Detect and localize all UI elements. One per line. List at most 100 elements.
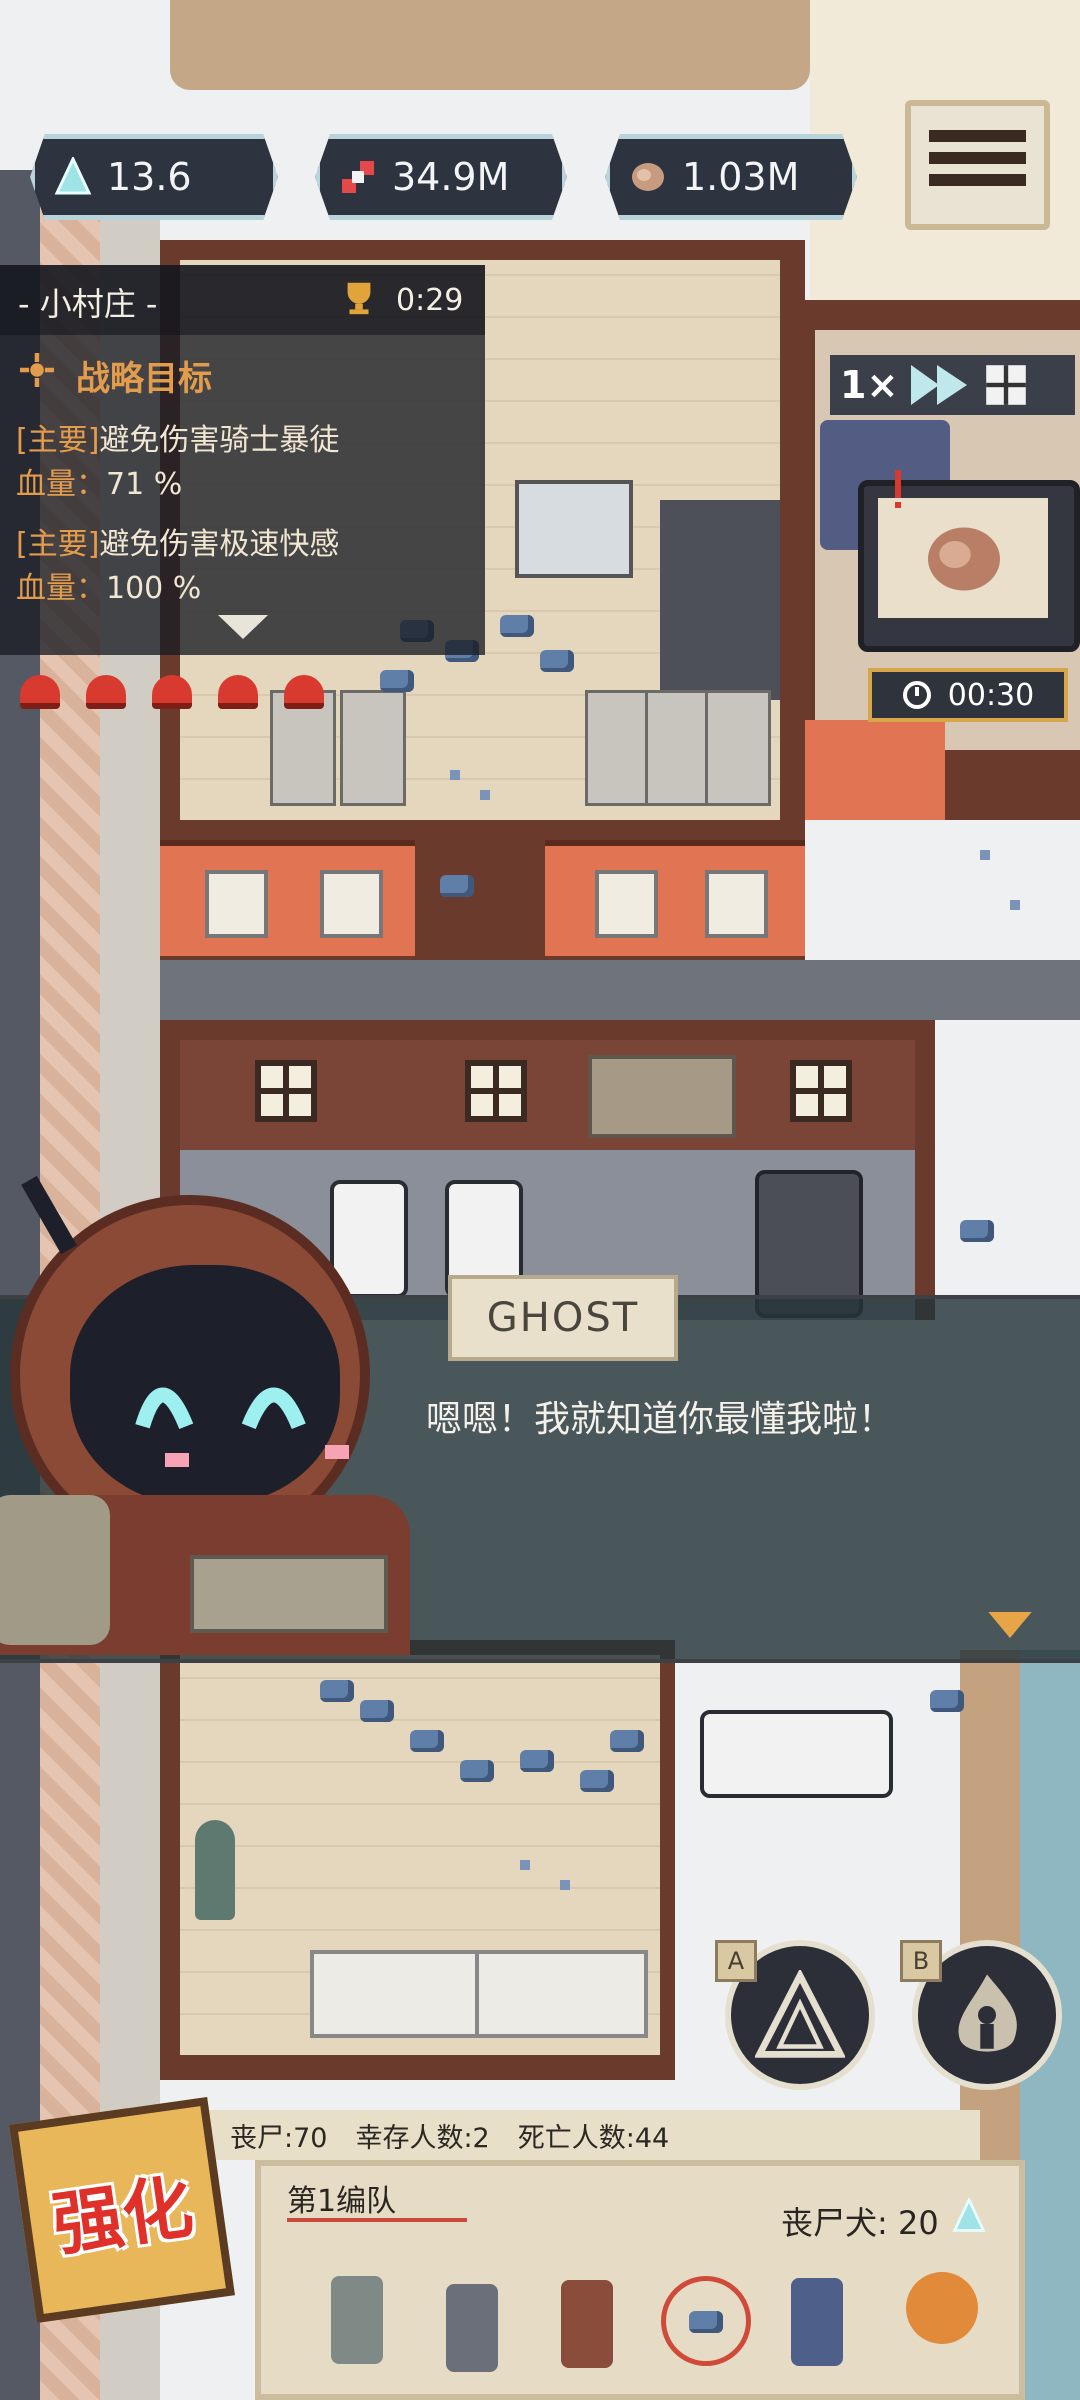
ghost-eyes-icon [135, 1387, 306, 1430]
wall-sign [205, 870, 268, 938]
building-1-counter [660, 500, 780, 700]
objective-tag: [主要] [16, 423, 100, 458]
team-unit[interactable] [561, 2280, 613, 2368]
building-1-fridge [515, 480, 633, 578]
shelf [705, 690, 771, 806]
dna-value: 34.9M [392, 155, 510, 199]
hamburger-menu-icon [929, 130, 1026, 142]
ghost-portrait [0, 1175, 410, 1655]
police-car-right [700, 1710, 893, 1798]
objective-text: 避免伤害极速快感 [99, 527, 340, 562]
crystal-value: 13.6 [107, 155, 192, 199]
zombie-count: 丧尸:70 [230, 2122, 328, 2154]
ghost-blush [325, 1445, 349, 1459]
speed-label: 1× [840, 363, 899, 407]
dead-count: 死亡人数:44 [517, 2122, 670, 2154]
team-unit[interactable] [906, 2272, 978, 2344]
zombie-dog [520, 1750, 554, 1772]
zombie-dog [610, 1730, 644, 1752]
objective-text: 避免伤害骑士暴徒 [99, 423, 340, 458]
zombie-dog [960, 1220, 994, 1242]
quest-panel: - 小村庄 - 0:29 战略目标 [主要]避免伤害骑士暴徒 血量：71 % [… [0, 265, 485, 655]
team-unit-zombie-dog[interactable] [661, 2276, 751, 2366]
meat-resource[interactable]: 1.03M [605, 134, 857, 220]
alarm-siren-icon [152, 675, 192, 709]
ghost-shoulder [0, 1495, 110, 1645]
zombie-dog [930, 1690, 964, 1712]
grid-view-icon[interactable] [984, 363, 1028, 407]
skill-b-tag: B [900, 1940, 942, 1982]
meat-value: 1.03M [682, 155, 800, 199]
wall-sign [595, 870, 658, 938]
window [790, 1060, 852, 1122]
crystal-icon [952, 2198, 986, 2232]
alarm-siren-icon [20, 675, 60, 709]
objective-2: [主要]避免伤害极速快感 [16, 519, 339, 563]
zombie-dog [380, 670, 414, 692]
zombie-dog-count: 丧尸犬: 20 [781, 2204, 939, 2242]
gun-rack [588, 1055, 736, 1138]
hp-label: 血量： [16, 571, 106, 606]
objectives-title: 战略目标 [76, 359, 212, 399]
crystal-resource[interactable]: 13.6 [30, 134, 278, 220]
alarm-siren-icon [86, 675, 126, 709]
crystal-icon [54, 157, 92, 195]
shelf [585, 690, 651, 806]
fast-forward-icon[interactable] [908, 365, 974, 405]
zombie-dog [689, 2311, 723, 2333]
zombie-dog [540, 650, 574, 672]
street [160, 960, 1080, 1020]
upgrade-button[interactable]: 强化 [9, 2097, 235, 2323]
top-fence [170, 0, 810, 90]
right-building-facade [805, 720, 945, 820]
alarm-row [20, 675, 324, 709]
window [255, 1060, 317, 1122]
triangle-skill-icon [755, 1970, 845, 2058]
meat-icon [928, 527, 1000, 591]
zombie-dog [320, 1680, 354, 1702]
objective-2-hp: 血量：100 % [16, 563, 201, 607]
shelf [645, 690, 711, 806]
office-desk [475, 1950, 648, 2038]
ghost-blush [165, 1453, 189, 1467]
target-icon [20, 353, 54, 387]
skill-a-tag: A [715, 1940, 757, 1982]
wall-sign [320, 870, 383, 938]
zombie-dog [460, 1760, 494, 1782]
dialog-next-arrow-icon[interactable] [988, 1612, 1032, 1638]
skill-b-label: B [912, 1947, 930, 1975]
hamburger-menu-icon [929, 174, 1026, 186]
dna-icon [342, 161, 374, 193]
dialog-text: 嗯嗯！我就知道你最懂我啦！ [426, 1399, 895, 1440]
zombie-dog [440, 875, 474, 897]
dna-resource[interactable]: 34.9M [315, 134, 567, 220]
quest-timer: 0:29 [396, 283, 464, 318]
stats-strip: 丧尸:70 幸存人数:2 死亡人数:44 [200, 2110, 980, 2160]
alarm-siren-icon [218, 675, 258, 709]
team-name-underline [287, 2218, 467, 2222]
meat-icon [632, 163, 664, 191]
collapse-chevron-icon[interactable] [218, 615, 268, 639]
speed-control[interactable]: 1× [830, 355, 1075, 415]
zombie-dog [580, 1770, 614, 1792]
fire-skill-icon [958, 1974, 1017, 2052]
team-unit[interactable] [446, 2284, 498, 2372]
team-unit[interactable] [331, 2276, 383, 2364]
menu-button[interactable] [905, 100, 1050, 230]
alert-exclamation-icon [895, 470, 901, 508]
event-tv[interactable] [858, 480, 1080, 652]
event-timer: 00:30 [868, 668, 1068, 722]
hamburger-menu-icon [929, 152, 1026, 164]
shelf [340, 690, 406, 806]
team-panel[interactable]: 第1编队 丧尸犬: 20 [255, 2160, 1025, 2400]
objective-1: [主要]避免伤害骑士暴徒 [16, 415, 339, 459]
survivor-count: 幸存人数:2 [355, 2122, 490, 2154]
team-name: 第1编队 [287, 2184, 397, 2219]
team-unit[interactable] [791, 2278, 843, 2366]
wall-sign [705, 870, 768, 938]
window [465, 1060, 527, 1122]
ghost-chest-plate [190, 1555, 388, 1633]
zombie-dog [500, 615, 534, 637]
event-timer-value: 00:30 [947, 677, 1035, 713]
zombie-dog [410, 1730, 444, 1752]
